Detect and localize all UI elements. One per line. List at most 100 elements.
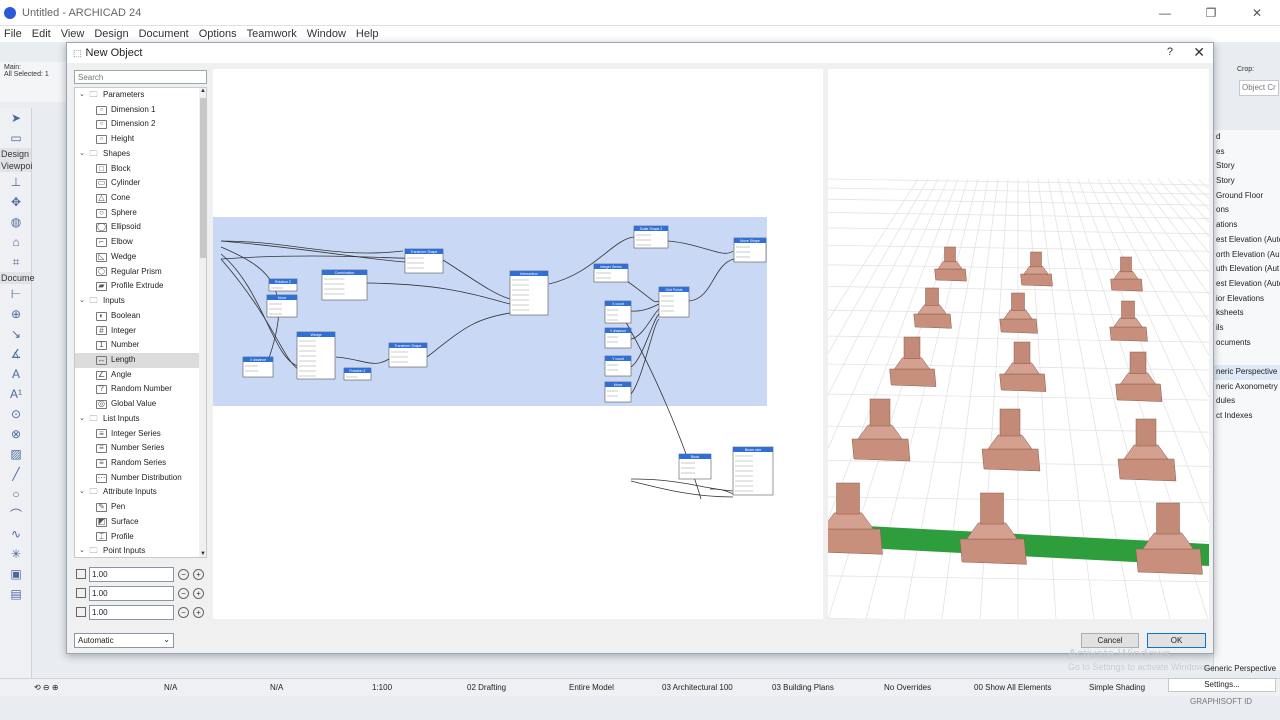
dimension-1-field[interactable]: 1.00: [89, 566, 174, 582]
search-input[interactable]: [74, 70, 207, 84]
node-graph-canvas[interactable]: Transform Shape Rotation Z Move Combination…: [213, 69, 823, 619]
graph-node[interactable]: Move: [266, 294, 298, 318]
polyline-tool-icon[interactable]: ⌒: [0, 504, 32, 524]
hotspot-tool-icon[interactable]: ✳: [0, 544, 32, 564]
navigator-item[interactable]: [1214, 350, 1280, 365]
mode-dropdown[interactable]: Automatic ⌄: [74, 633, 174, 648]
chevron-down-icon[interactable]: ⌄: [79, 412, 88, 427]
tree-item-random-series[interactable]: ≡ Random Series: [75, 456, 206, 471]
node-graph[interactable]: Transform Shape Rotation Z Move Combination…: [213, 69, 823, 619]
tree-item-regular-prism[interactable]: ⬡ Regular Prism: [75, 265, 206, 280]
chevron-down-icon[interactable]: ⌄: [79, 294, 88, 309]
graph-node[interactable]: Scale Shape 2: [633, 225, 669, 249]
menu-document[interactable]: Document: [139, 28, 189, 40]
menu-teamwork[interactable]: Teamwork: [247, 28, 297, 40]
wall-tool-icon[interactable]: ⊥: [0, 172, 32, 192]
scroll-up-icon[interactable]: ▲: [199, 88, 206, 94]
tree-item-block[interactable]: □ Block: [75, 162, 206, 177]
menu-window[interactable]: Window: [307, 28, 346, 40]
worksheet-tool-icon[interactable]: ⌗: [0, 252, 32, 272]
fill-tool-icon[interactable]: ▨: [0, 444, 32, 464]
menu-file[interactable]: File: [4, 28, 22, 40]
maximize-button[interactable]: ❐: [1188, 0, 1234, 26]
tree-group-shapes[interactable]: ⌄ 🗀 Shapes: [75, 147, 206, 162]
tree-item-integer-series[interactable]: ≡ Integer Series: [75, 427, 206, 442]
navigator-item[interactable]: Story: [1214, 174, 1280, 189]
camera-tool-icon[interactable]: ◍: [0, 212, 32, 232]
view-combo[interactable]: 03 Building Plans: [772, 683, 834, 692]
figure-tool-icon[interactable]: ▣: [0, 564, 32, 584]
graph-node[interactable]: Y distance: [604, 327, 632, 349]
layer-combo[interactable]: 02 Drafting: [467, 683, 506, 692]
tree-item-pen[interactable]: ✎ Pen: [75, 500, 206, 515]
graph-node[interactable]: Combination: [321, 269, 368, 301]
graph-node[interactable]: Move: [604, 381, 632, 403]
zone-tool-icon[interactable]: ⊗: [0, 424, 32, 444]
navigator-item[interactable]: neric Axonometry: [1214, 380, 1280, 395]
dimension-2-field[interactable]: 1.00: [89, 585, 174, 601]
tree-item-height[interactable]: ▫ Height: [75, 132, 206, 147]
navigator-item[interactable]: dules: [1214, 394, 1280, 409]
graph-node-body[interactable]: [296, 331, 336, 380]
tree-item-dimension-2[interactable]: ▫ Dimension 2: [75, 117, 206, 132]
menu-edit[interactable]: Edit: [32, 28, 51, 40]
tree-item-number-distribution[interactable]: ⋯ Number Distribution: [75, 471, 206, 486]
line-tool-icon[interactable]: ╱: [0, 464, 32, 484]
tree-item-cone[interactable]: △ Cone: [75, 191, 206, 206]
tree-item-number-series[interactable]: ≡ Number Series: [75, 441, 206, 456]
tree-group-point-inputs[interactable]: ⌄ 🗀 Point Inputs: [75, 544, 206, 557]
tree-item-dimension-1[interactable]: ▫ Dimension 1: [75, 103, 206, 118]
level-tool-icon[interactable]: ⊕: [0, 304, 32, 324]
tree-group-parameters[interactable]: ⌄ 🗀 Parameters: [75, 88, 206, 103]
graph-node[interactable]: Transform Shape: [388, 342, 428, 368]
undo-icon[interactable]: ⟲ ⊖ ⊕: [34, 683, 59, 692]
height-field[interactable]: 1.00: [89, 604, 174, 620]
navigator-item[interactable]: Ground Floor: [1214, 189, 1280, 204]
tree-item-elbow[interactable]: ⌐ Elbow: [75, 235, 206, 250]
graph-node[interactable]: Intersection: [509, 270, 549, 316]
navigator-item[interactable]: ior Elevations: [1214, 292, 1280, 307]
graph-node[interactable]: Y count: [604, 355, 632, 377]
text-tool-icon[interactable]: A: [0, 364, 32, 384]
menu-design[interactable]: Design: [94, 28, 128, 40]
tree-item-sphere[interactable]: ○ Sphere: [75, 206, 206, 221]
minimize-button[interactable]: —: [1142, 0, 1188, 26]
tree-item-length[interactable]: ↔ Length: [75, 352, 206, 368]
circle-tool-icon[interactable]: ○: [0, 484, 32, 504]
navigator-item[interactable]: est Elevation (Auto: [1214, 277, 1280, 292]
chevron-down-icon[interactable]: ⌄: [79, 88, 88, 103]
navigator-item[interactable]: ksheets: [1214, 306, 1280, 321]
tree-group-list-inputs[interactable]: ⌄ 🗀 List Inputs: [75, 412, 206, 427]
tree-group-inputs[interactable]: ⌄ 🗀 Inputs: [75, 294, 206, 309]
menu-view[interactable]: View: [61, 28, 85, 40]
increment-icon[interactable]: +: [193, 587, 204, 599]
object-combo[interactable]: Object Cr: [1239, 80, 1279, 96]
graph-node[interactable]: X count: [604, 300, 632, 324]
close-dialog-button[interactable]: ✕: [1193, 44, 1205, 61]
navigator-item[interactable]: d: [1214, 130, 1280, 145]
graph-node[interactable]: Move Shape: [733, 237, 767, 263]
chevron-down-icon[interactable]: ⌄: [79, 147, 88, 162]
chevron-down-icon[interactable]: ⌄: [79, 544, 88, 557]
graph-node[interactable]: Rotation Z: [343, 367, 372, 381]
navigator-item-selected[interactable]: neric Perspective: [1214, 365, 1280, 380]
tree-group-attribute-inputs[interactable]: ⌄ 🗀 Attribute Inputs: [75, 485, 206, 500]
scroll-down-icon[interactable]: ▼: [199, 551, 206, 557]
navigator-item[interactable]: ct Indexes: [1214, 409, 1280, 424]
arrow-tool-icon[interactable]: ➤: [0, 108, 32, 128]
tree-item-profile-extrude[interactable]: ▰ Profile Extrude: [75, 279, 206, 294]
navigator-item[interactable]: ocuments: [1214, 336, 1280, 351]
decrement-icon[interactable]: −: [178, 587, 189, 599]
tree-item-ellipsoid[interactable]: ◯ Ellipsoid: [75, 220, 206, 235]
navigator-item[interactable]: uth Elevation (Aut: [1214, 262, 1280, 277]
tree-item-profile[interactable]: ⌶ Profile: [75, 530, 206, 545]
spline-tool-icon[interactable]: ∿: [0, 524, 32, 544]
settings-button[interactable]: Settings...: [1168, 678, 1276, 692]
navigator-item[interactable]: ons: [1214, 203, 1280, 218]
pen-set-combo[interactable]: 03 Architectural 100: [662, 683, 733, 692]
angle-tool-icon[interactable]: ∡: [0, 344, 32, 364]
tree-item-integer[interactable]: # Integer: [75, 324, 206, 339]
decrement-icon[interactable]: −: [178, 568, 189, 580]
radial-tool-icon[interactable]: ↘: [0, 324, 32, 344]
graph-node-body[interactable]: [509, 270, 549, 316]
